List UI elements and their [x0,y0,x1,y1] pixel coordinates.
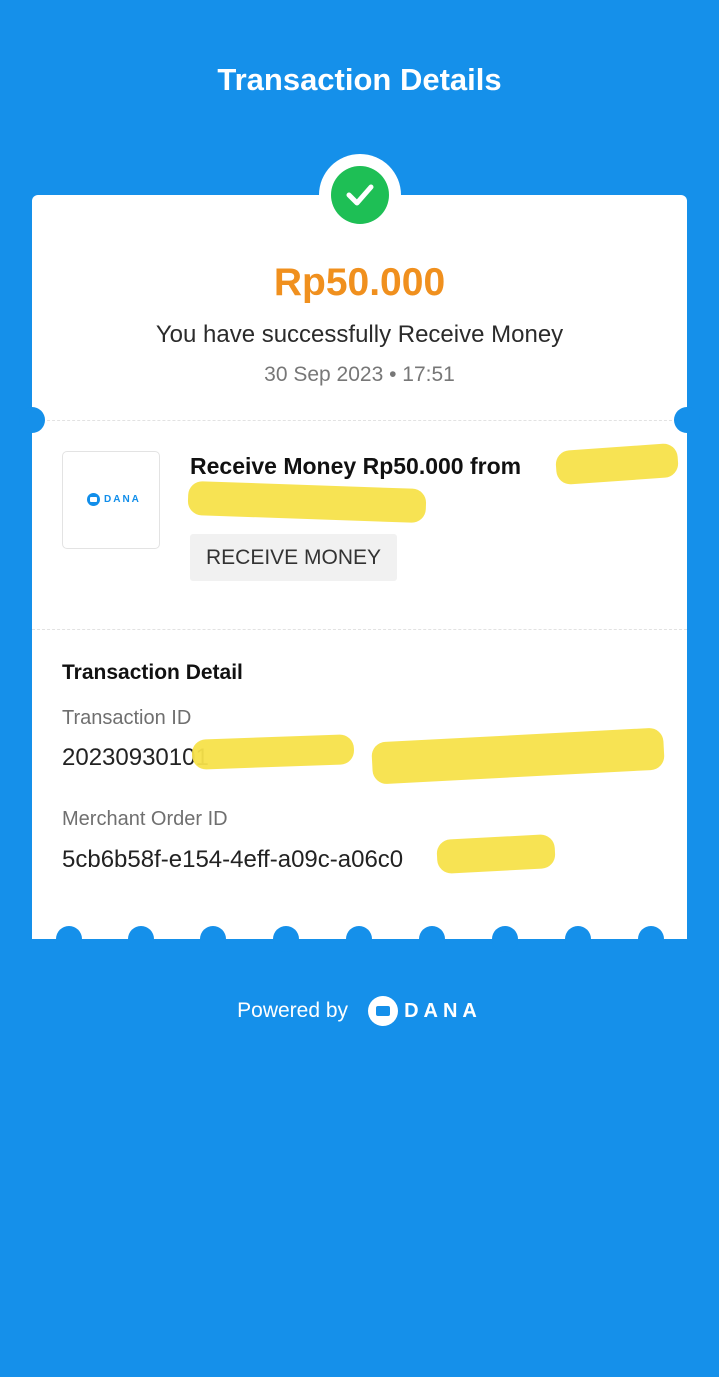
details-heading: Transaction Detail [62,661,243,684]
merchant-order-id-label: Merchant Order ID [62,808,228,830]
ticket-edge-dot [273,926,299,952]
merchant-logo-text: DANA [104,494,141,505]
redaction-mark [191,734,355,770]
ticket-notch-right [674,407,700,433]
redaction-mark [554,442,680,486]
transaction-type-tag: RECEIVE MONEY [190,534,398,581]
ticket-edge-dot [56,926,82,952]
ticket-notch-left [19,407,45,433]
transaction-amount: Rp50.000 [273,261,446,304]
check-circle-icon [331,166,389,224]
powered-by-footer: Powered by DANA [0,996,719,1026]
dana-brand: DANA [368,996,482,1026]
merchant-order-id-value: 5cb6b58f-e154-4eff-a09c-a06c0 [62,846,404,873]
transaction-id-label: Transaction ID [62,707,192,729]
powered-by-label: Powered by [237,999,349,1022]
ticket-edge-dot [565,926,591,952]
status-badge [319,154,401,236]
merchant-logo: DANA [62,451,160,549]
dana-logo-icon [87,493,100,506]
transaction-datetime: 30 Sep 2023 • 17:51 [264,363,455,386]
dana-brand-text: DANA [404,999,482,1022]
dana-logo-icon [368,996,399,1026]
page-title: Transaction Details [217,62,502,97]
status-message: You have successfully Receive Money [155,321,564,348]
redaction-mark [371,727,665,785]
ticket-edge-dot [128,926,154,952]
transaction-id-value: 20230930101 [62,744,209,771]
card-divider [32,420,687,421]
transaction-details-page: Transaction Details Rp50.000 You have su… [0,0,719,1377]
ticket-edge-dot [492,926,518,952]
ticket-edge-dot [200,926,226,952]
ticket-edge-dot [419,926,445,952]
ticket-edge-dot [638,926,664,952]
redaction-mark [436,833,556,875]
transaction-card: Rp50.000 You have successfully Receive M… [32,195,687,939]
ticket-edge-dot [346,926,372,952]
card-divider [32,629,687,630]
redaction-mark [187,480,427,524]
